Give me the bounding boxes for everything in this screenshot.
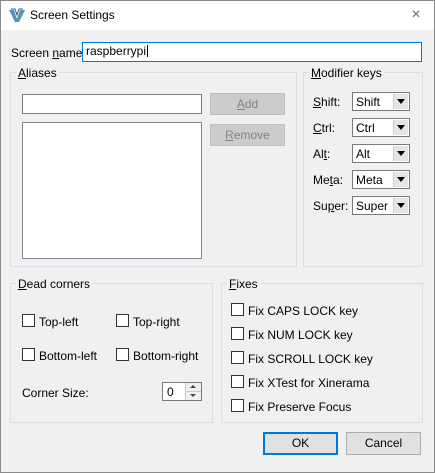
- top-left-checkbox[interactable]: [22, 314, 35, 327]
- bottom-right-label: Bottom-right: [133, 349, 199, 363]
- alias-input[interactable]: [22, 94, 202, 114]
- shift-select[interactable]: Shift: [352, 92, 410, 111]
- remove-alias-button[interactable]: Remove: [210, 124, 285, 146]
- bottom-right-checkbox[interactable]: [116, 348, 129, 361]
- chevron-down-icon: [393, 146, 408, 161]
- super-label: Super:: [313, 199, 349, 213]
- top-right-checkbox[interactable]: [116, 314, 129, 327]
- cancel-button[interactable]: Cancel: [346, 432, 421, 455]
- alt-label: Alt:: [313, 147, 331, 161]
- top-right-label: Top-right: [133, 315, 180, 329]
- modifier-keys-title: Modifier keys: [309, 66, 384, 80]
- ctrl-label: Ctrl:: [313, 121, 336, 135]
- dead-corners-title: Dead corners: [16, 277, 93, 291]
- synergy-app-icon: [8, 7, 26, 23]
- chevron-down-icon: [393, 94, 408, 109]
- fix-xtest-checkbox[interactable]: [231, 375, 244, 388]
- ctrl-select[interactable]: Ctrl: [352, 118, 410, 137]
- close-icon[interactable]: ×: [406, 5, 426, 25]
- meta-select[interactable]: Meta: [352, 170, 410, 189]
- meta-label: Meta:: [313, 173, 344, 187]
- screen-name-input[interactable]: raspberrypi: [82, 42, 422, 62]
- aliases-title: Aliases: [16, 66, 59, 80]
- corner-size-spinbox[interactable]: 0: [162, 382, 202, 401]
- fix-num-lock-checkbox[interactable]: [231, 327, 244, 340]
- corner-size-label: Corner Size:: [22, 386, 89, 400]
- fix-num-lock-label: Fix NUM LOCK key: [248, 328, 353, 342]
- bottom-left-label: Bottom-left: [39, 349, 98, 363]
- add-alias-button[interactable]: Add: [210, 93, 285, 115]
- top-left-label: Top-left: [39, 315, 79, 329]
- fix-scroll-lock-checkbox[interactable]: [231, 351, 244, 364]
- fix-xtest-label: Fix XTest for Xinerama: [248, 376, 370, 390]
- ok-button[interactable]: OK: [263, 432, 338, 455]
- corner-size-value: 0: [167, 385, 174, 399]
- fix-preserve-focus-checkbox[interactable]: [231, 399, 244, 412]
- fix-scroll-lock-label: Fix SCROLL LOCK key: [248, 352, 373, 366]
- aliases-list[interactable]: [22, 122, 202, 259]
- bottom-left-checkbox[interactable]: [22, 348, 35, 361]
- spin-down-icon[interactable]: [186, 392, 201, 401]
- chevron-down-icon: [393, 198, 408, 213]
- super-select[interactable]: Super: [352, 196, 410, 215]
- shift-label: Shift:: [313, 95, 341, 109]
- fixes-title: Fixes: [227, 277, 260, 291]
- window-title: Screen Settings: [30, 8, 115, 22]
- screen-name-label: Screen name:: [11, 46, 86, 60]
- spin-up-icon[interactable]: [186, 383, 201, 392]
- fix-caps-lock-checkbox[interactable]: [231, 303, 244, 316]
- chevron-down-icon: [393, 120, 408, 135]
- spin-buttons: [185, 383, 201, 400]
- chevron-down-icon: [393, 172, 408, 187]
- fix-caps-lock-label: Fix CAPS LOCK key: [248, 304, 359, 318]
- alt-select[interactable]: Alt: [352, 144, 410, 163]
- fix-preserve-focus-label: Fix Preserve Focus: [248, 400, 352, 414]
